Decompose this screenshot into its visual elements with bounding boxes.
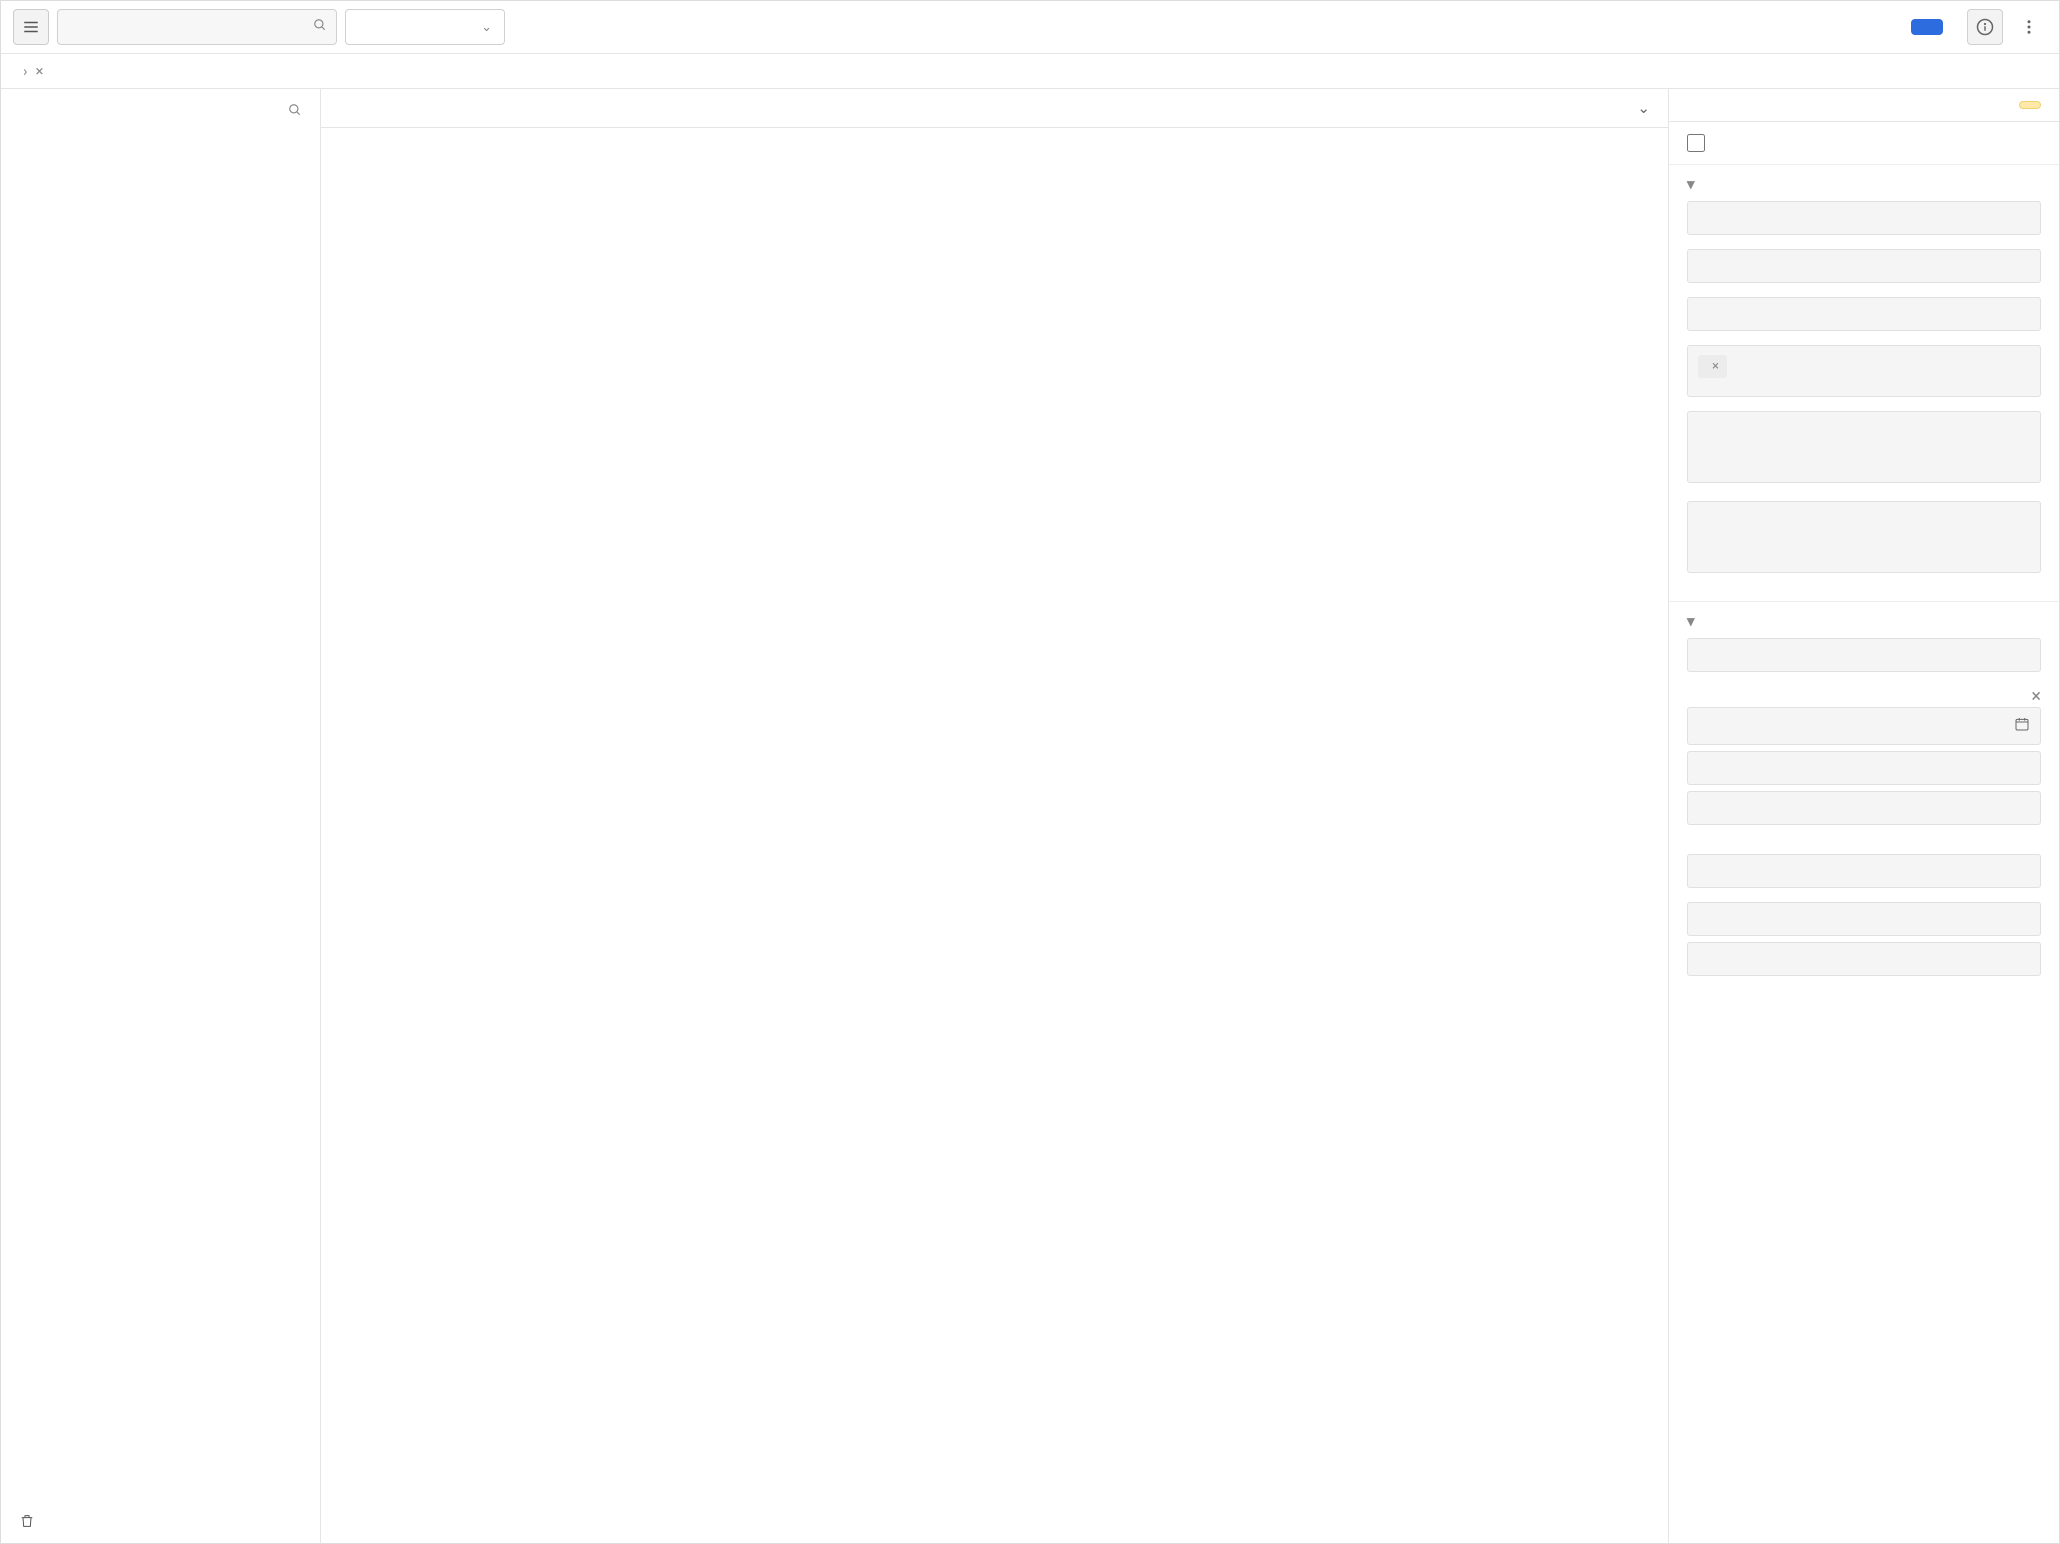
autopublish-checkbox[interactable] <box>1687 134 1705 152</box>
caret-down-icon: ▾ <box>1687 612 1699 630</box>
occasion-remove[interactable]: × <box>2031 686 2041 707</box>
service-input[interactable] <box>1687 791 2041 825</box>
trash-icon <box>19 1513 35 1529</box>
topics-input[interactable] <box>1687 297 2041 331</box>
details-panel: ▾ <box>1669 89 2059 1543</box>
top-toolbar: ⌄ <box>1 1 2059 54</box>
filter-chip-close[interactable]: × <box>36 62 44 80</box>
liturgical-season-input[interactable] <box>1687 942 2041 976</box>
calendar-icon[interactable] <box>2014 716 2030 736</box>
menu-button[interactable] <box>13 9 49 45</box>
add-button[interactable] <box>1911 19 1943 35</box>
radial-view: ⌄ <box>321 89 1669 1543</box>
series-input[interactable] <box>1687 249 2041 283</box>
search-box <box>57 9 337 45</box>
filter-sidebar <box>1 89 321 1543</box>
trash-link[interactable] <box>19 1513 43 1529</box>
speaker-section-toggle[interactable]: ▾ <box>1687 612 2041 630</box>
chevron-down-icon: ⌄ <box>481 20 492 35</box>
passages-box[interactable]: × <box>1687 345 2041 397</box>
hamburger-icon <box>22 18 40 36</box>
info-button[interactable] <box>1967 9 2003 45</box>
status-badge <box>2019 101 2041 109</box>
kebab-icon <box>2020 18 2038 36</box>
info-icon <box>1976 18 1994 36</box>
audience-input[interactable] <box>1687 854 2041 888</box>
speaker-input[interactable] <box>1687 638 2041 672</box>
venue-input[interactable] <box>1687 751 2041 785</box>
passage-chip-remove[interactable]: × <box>1712 359 1719 374</box>
search-icon[interactable] <box>313 18 327 36</box>
filter-search-icon[interactable] <box>288 103 302 121</box>
more-button[interactable] <box>2011 9 2047 45</box>
search-input[interactable] <box>57 9 337 45</box>
breadcrumb-bar: › × <box>1 54 2059 89</box>
caret-down-icon: ▾ <box>1687 175 1699 193</box>
calendars-dropdown[interactable]: ⌄ <box>1631 99 1650 117</box>
description-input[interactable] <box>1687 411 2041 483</box>
title-input[interactable] <box>1687 201 2041 235</box>
breadcrumb-separator: › <box>23 62 28 80</box>
passage-chip[interactable]: × <box>1698 355 1727 378</box>
liturgical-day-input[interactable] <box>1687 902 2041 936</box>
about-section-toggle[interactable]: ▾ <box>1687 175 2041 193</box>
chevron-down-icon: ⌄ <box>1637 99 1650 117</box>
occasion-date-input[interactable] <box>1687 707 2041 745</box>
radial-calendar-chart[interactable] <box>405 246 1585 1426</box>
private-notes-input[interactable] <box>1687 501 2041 573</box>
timeframe-dropdown[interactable]: ⌄ <box>345 9 505 45</box>
